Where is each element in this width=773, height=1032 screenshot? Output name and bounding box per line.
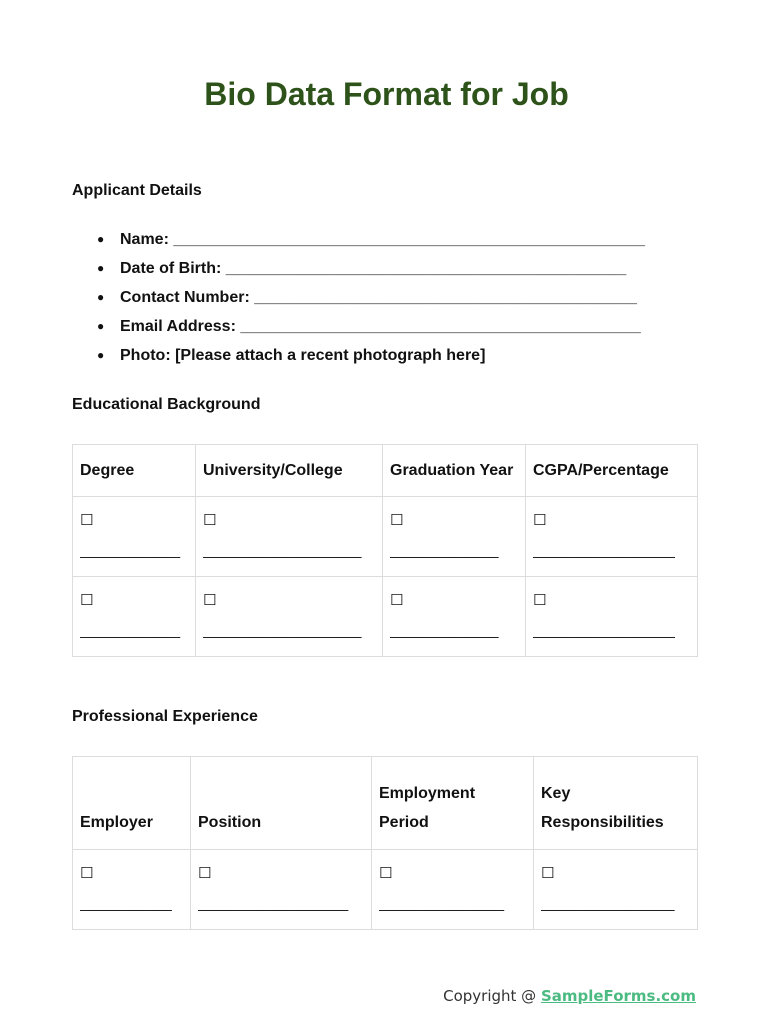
table-cell: ☐ _______________ (371, 849, 534, 930)
blank-line-field[interactable]: ________________ (541, 894, 690, 914)
copyright-text: Copyright @ (443, 987, 541, 1005)
checkbox-icon[interactable]: ☐ (533, 591, 690, 611)
bullet-icon: ● (97, 319, 105, 333)
table-header-row: Degree University/College Graduation Yea… (72, 444, 698, 497)
field-label: Contact Number: (120, 289, 255, 306)
blank-line-field[interactable]: _____________ (390, 621, 518, 641)
checkbox-icon[interactable]: ☐ (80, 511, 188, 531)
checkbox-icon[interactable]: ☐ (80, 591, 188, 611)
educational-background-heading: Educational Background (72, 396, 261, 413)
email-address-blank-field[interactable]: ________________________________________… (240, 318, 640, 335)
checkbox-icon[interactable]: ☐ (390, 591, 518, 611)
blank-line-field[interactable]: _________________ (533, 541, 690, 561)
list-item-photo: ● Photo: [Please attach a recent photogr… (72, 341, 645, 370)
list-item-date-of-birth: ● Date of Birth: _______________________… (72, 254, 645, 283)
blank-line-field[interactable]: _______________ (379, 894, 526, 914)
table-row: ☐ ____________ ☐ ___________________ ☐ _… (72, 496, 698, 577)
copyright-footer: Copyright @ SampleForms.com (443, 987, 696, 1005)
bullet-icon: ● (97, 348, 105, 362)
column-header-degree: Degree (72, 444, 196, 497)
table-cell: ☐ _________________ (525, 576, 698, 657)
checkbox-icon[interactable]: ☐ (80, 864, 183, 884)
checkbox-icon[interactable]: ☐ (390, 511, 518, 531)
blank-line-field[interactable]: __________________ (198, 894, 364, 914)
blank-line-field[interactable]: _________________ (533, 621, 690, 641)
checkbox-icon[interactable]: ☐ (541, 864, 690, 884)
field-label: Name: (120, 231, 174, 248)
bullet-icon: ● (97, 232, 105, 246)
professional-experience-heading: Professional Experience (72, 708, 258, 725)
checkbox-icon[interactable]: ☐ (198, 864, 364, 884)
column-header-key-responsibilities: Key Responsibilities (533, 756, 698, 850)
checkbox-icon[interactable]: ☐ (379, 864, 526, 884)
photo-instruction: Photo: [Please attach a recent photograp… (120, 347, 486, 364)
table-cell: ☐ ____________ (72, 576, 196, 657)
table-header-row: Employer Position Employment Period Key … (72, 756, 698, 850)
column-header-cgpa: CGPA/Percentage (525, 444, 698, 497)
page-title: Bio Data Format for Job (204, 76, 569, 112)
blank-line-field[interactable]: ___________________ (203, 621, 375, 641)
contact-number-blank-field[interactable]: ________________________________________… (254, 289, 637, 306)
column-header-university: University/College (195, 444, 383, 497)
column-header-position: Position (190, 756, 372, 850)
column-header-employer: Employer (72, 756, 191, 850)
checkbox-icon[interactable]: ☐ (203, 511, 375, 531)
table-cell: ☐ __________________ (190, 849, 372, 930)
educational-background-table: Degree University/College Graduation Yea… (72, 444, 698, 657)
table-cell: ☐ ________________ (533, 849, 698, 930)
table-cell: ☐ _____________ (382, 576, 526, 657)
field-label: Date of Birth: (120, 260, 226, 277)
bullet-icon: ● (97, 290, 105, 304)
table-cell: ☐ _____________ (382, 496, 526, 577)
list-item-contact-number: ● Contact Number: ______________________… (72, 283, 645, 312)
blank-line-field[interactable]: ___________ (80, 894, 183, 914)
list-item-name: ● Name: ________________________________… (72, 225, 645, 254)
bullet-icon: ● (97, 261, 105, 275)
sampleforms-link[interactable]: SampleForms.com (541, 987, 696, 1005)
blank-line-field[interactable]: _____________ (390, 541, 518, 561)
list-item-email-address: ● Email Address: _______________________… (72, 312, 645, 341)
date-of-birth-blank-field[interactable]: ________________________________________… (226, 260, 626, 277)
table-cell: ☐ _________________ (525, 496, 698, 577)
checkbox-icon[interactable]: ☐ (533, 511, 690, 531)
table-cell: ☐ ____________ (72, 496, 196, 577)
name-blank-field[interactable]: ________________________________________… (173, 231, 645, 248)
field-label: Email Address: (120, 318, 241, 335)
professional-experience-table: Employer Position Employment Period Key … (72, 756, 698, 930)
column-header-employment-period: Employment Period (371, 756, 534, 850)
blank-line-field[interactable]: ____________ (80, 621, 188, 641)
applicant-details-list: ● Name: ________________________________… (72, 225, 645, 370)
blank-line-field[interactable]: ____________ (80, 541, 188, 561)
blank-line-field[interactable]: ___________________ (203, 541, 375, 561)
table-cell: ☐ ___________________ (195, 576, 383, 657)
table-cell: ☐ ___________________ (195, 496, 383, 577)
table-cell: ☐ ___________ (72, 849, 191, 930)
checkbox-icon[interactable]: ☐ (203, 591, 375, 611)
applicant-details-heading: Applicant Details (72, 182, 202, 199)
table-row: ☐ ___________ ☐ __________________ ☐ ___… (72, 849, 698, 930)
table-row: ☐ ____________ ☐ ___________________ ☐ _… (72, 576, 698, 657)
column-header-graduation-year: Graduation Year (382, 444, 526, 497)
